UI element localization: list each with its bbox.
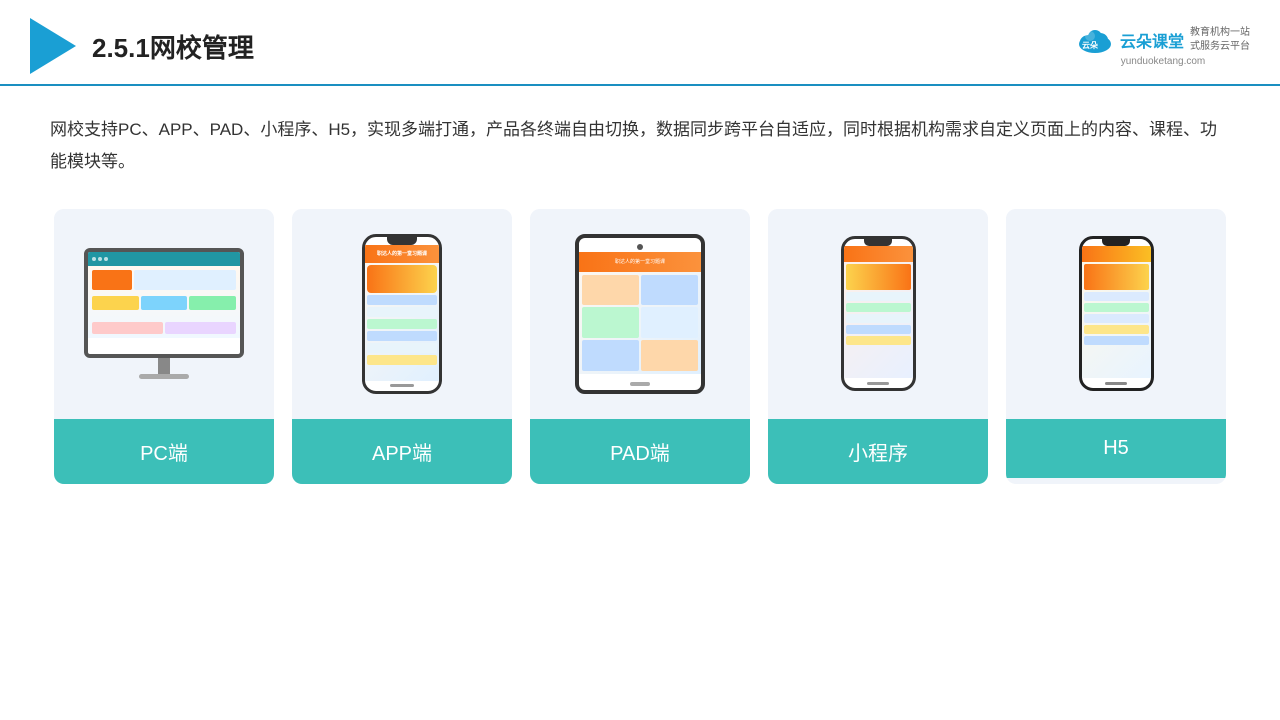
h5-screen (1082, 246, 1151, 378)
logo-triangle-icon (30, 18, 76, 74)
header-right: 云朵 云朵课堂 教育机构一站 式服务云平台 yunduoketang.com (1076, 26, 1250, 67)
card-pad-image: 职达人的第一堂习题课 (530, 209, 750, 419)
card-mini-label: 小程序 (768, 419, 988, 484)
description-text: 网校支持PC、APP、PAD、小程序、H5，实现多端打通，产品各终端自由切换，数… (50, 114, 1230, 179)
card-pc-image (54, 209, 274, 419)
brand-tagline: 教育机构一站 式服务云平台 (1190, 26, 1250, 54)
card-pc: PC端 (54, 209, 274, 484)
card-app-label: APP端 (292, 419, 512, 484)
card-h5: H5 (1006, 209, 1226, 484)
tablet-home-button (630, 382, 650, 386)
tablet-screen: 职达人的第一堂习题课 (579, 252, 701, 374)
mini-screen (844, 246, 913, 378)
brand-name: 云朵课堂 (1120, 28, 1184, 52)
card-app: 职达人的第一堂习题课 APP端 (292, 209, 512, 484)
svg-text:云朵: 云朵 (1082, 40, 1098, 50)
h5-notch (1102, 239, 1130, 246)
pad-device-mock: 职达人的第一堂习题课 (575, 234, 705, 394)
mini-device-mock (841, 236, 916, 391)
page-header: 2.5.1网校管理 云朵 云朵课堂 教育机构一站 式服务云平台 yunduoke… (0, 0, 1280, 86)
card-mini: 小程序 (768, 209, 988, 484)
main-content: 网校支持PC、APP、PAD、小程序、H5，实现多端打通，产品各终端自由切换，数… (0, 86, 1280, 504)
card-pad-label: PAD端 (530, 419, 750, 484)
header-left: 2.5.1网校管理 (30, 18, 254, 74)
page-title: 2.5.1网校管理 (92, 28, 254, 65)
card-pc-label: PC端 (54, 419, 274, 484)
brand-logo: 云朵 云朵课堂 教育机构一站 式服务云平台 (1076, 26, 1250, 54)
brand-url: yunduoketang.com (1121, 56, 1206, 67)
mini-notch (864, 239, 892, 246)
card-pad: 职达人的第一堂习题课 PAD端 (530, 209, 750, 484)
cloud-icon: 云朵 (1076, 26, 1114, 54)
pc-device-mock (84, 248, 244, 379)
cards-container: PC端 职达人的第一堂习题课 (50, 209, 1230, 484)
card-h5-image (1006, 209, 1226, 419)
h5-device-mock (1079, 236, 1154, 391)
card-app-image: 职达人的第一堂习题课 (292, 209, 512, 419)
phone-screen: 职达人的第一堂习题课 (365, 245, 439, 381)
phone-notch (387, 237, 417, 245)
app-device-mock: 职达人的第一堂习题课 (362, 234, 442, 394)
tablet-camera (637, 244, 643, 250)
pc-monitor (84, 248, 244, 358)
card-h5-label: H5 (1006, 419, 1226, 478)
card-mini-image (768, 209, 988, 419)
